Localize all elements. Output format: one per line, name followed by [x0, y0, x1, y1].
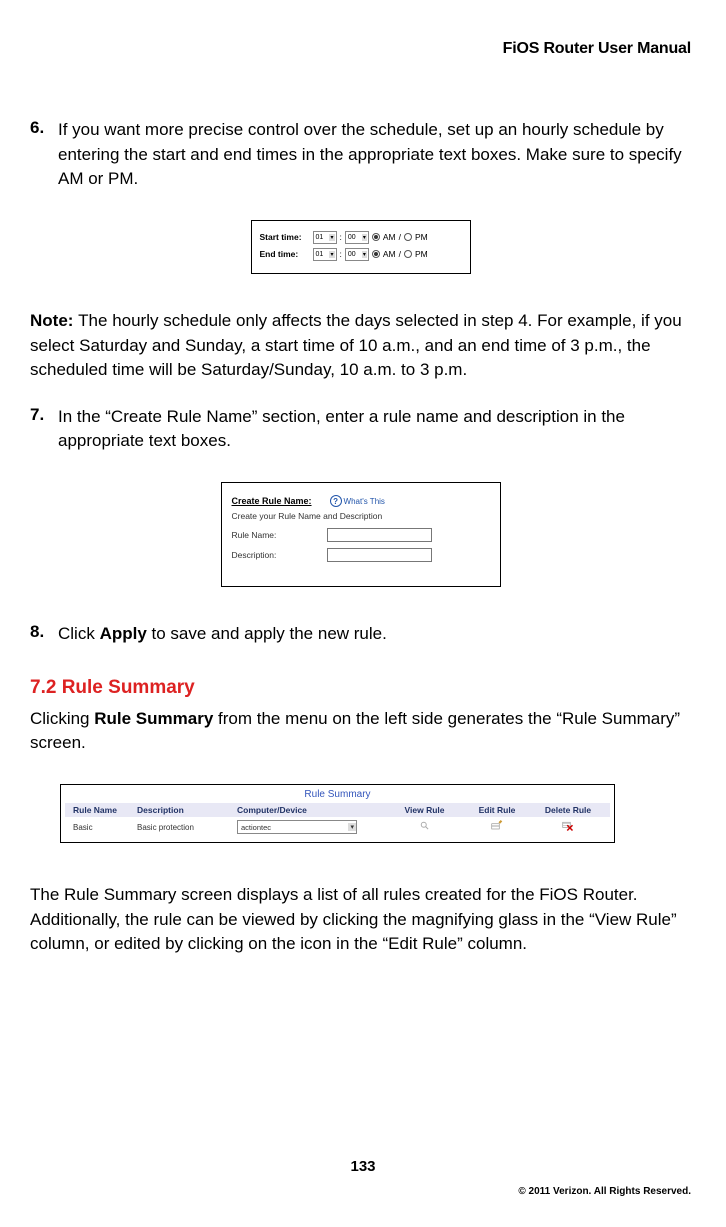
step-7-number: 7. — [30, 405, 52, 454]
rule-desc-row: Description: — [232, 548, 490, 562]
step-6: 6. If you want more precise control over… — [30, 118, 691, 192]
step-8-suffix: to save and apply the new rule. — [147, 624, 387, 643]
note-paragraph: Note: The hourly schedule only affects t… — [30, 309, 691, 383]
start-am-radio[interactable] — [372, 233, 380, 241]
end-am-radio[interactable] — [372, 250, 380, 258]
rule-summary-title: Rule Summary — [65, 789, 610, 800]
end-am-label: AM — [383, 249, 396, 259]
col-delete-rule: Delete Rule — [532, 805, 604, 815]
cell-delete-rule — [532, 820, 604, 834]
closing-paragraph: The Rule Summary screen displays a list … — [30, 883, 691, 957]
cell-edit-rule — [462, 820, 532, 834]
note-text: The hourly schedule only affects the day… — [30, 311, 682, 379]
end-min-select[interactable]: 00 — [345, 248, 369, 261]
rule-desc-label: Description: — [232, 550, 327, 560]
time-slash: / — [399, 232, 401, 242]
rule-summary-intro: Clicking Rule Summary from the menu on t… — [30, 707, 691, 756]
create-rule-title: Create Rule Name: — [232, 496, 312, 506]
step-7: 7. In the “Create Rule Name” section, en… — [30, 405, 691, 454]
end-time-row: End time: 01 : 00 AM/ PM — [260, 248, 462, 261]
manual-header-title: FiOS Router User Manual — [30, 40, 691, 58]
page-number: 133 — [350, 1158, 375, 1175]
create-rule-subtitle: Create your Rule Name and Description — [232, 511, 490, 521]
start-am-label: AM — [383, 232, 396, 242]
step-6-number: 6. — [30, 118, 52, 192]
col-description: Description — [137, 805, 237, 815]
start-time-label: Start time: — [260, 232, 310, 242]
rule-name-input[interactable] — [327, 528, 432, 542]
end-time-label: End time: — [260, 249, 310, 259]
whats-this-link[interactable]: What's This — [330, 495, 385, 507]
rule-summary-figure-wrapper: Rule Summary Rule Name Description Compu… — [30, 784, 691, 843]
device-select[interactable]: actiontec — [237, 820, 357, 834]
rule-name-label: Rule Name: — [232, 530, 327, 540]
time-colon-2: : — [340, 249, 342, 259]
edit-icon[interactable] — [491, 820, 503, 830]
table-row: Basic Basic protection actiontec — [65, 817, 610, 834]
col-view-rule: View Rule — [387, 805, 462, 815]
end-pm-radio[interactable] — [404, 250, 412, 258]
cell-view-rule — [387, 821, 462, 833]
intro-bold: Rule Summary — [94, 709, 213, 728]
start-hour-select[interactable]: 01 — [313, 231, 337, 244]
rule-name-row: Rule Name: — [232, 528, 490, 542]
note-label: Note: — [30, 311, 78, 330]
cell-rule-name: Basic — [65, 823, 137, 832]
copyright-text: © 2011 Verizon. All Rights Reserved. — [518, 1186, 691, 1197]
section-7-2-heading: 7.2 Rule Summary — [30, 677, 691, 699]
start-min-select[interactable]: 00 — [345, 231, 369, 244]
step-8-bold: Apply — [100, 624, 147, 643]
page-content: 6. If you want more precise control over… — [30, 118, 691, 957]
rule-desc-input[interactable] — [327, 548, 432, 562]
col-rule-name: Rule Name — [65, 805, 137, 815]
step-8-text: Click Apply to save and apply the new ru… — [52, 622, 387, 647]
intro-prefix: Clicking — [30, 709, 94, 728]
step-6-text: If you want more precise control over th… — [52, 118, 691, 192]
step-8: 8. Click Apply to save and apply the new… — [30, 622, 691, 647]
create-rule-header-row: Create Rule Name: What's This — [232, 495, 490, 507]
step-7-text: In the “Create Rule Name” section, enter… — [52, 405, 691, 454]
start-pm-label: PM — [415, 232, 428, 242]
col-edit-rule: Edit Rule — [462, 805, 532, 815]
cell-computer-device: actiontec — [237, 820, 387, 834]
end-hour-select[interactable]: 01 — [313, 248, 337, 261]
step-8-prefix: Click — [58, 624, 100, 643]
step-8-number: 8. — [30, 622, 52, 647]
time-figure-wrapper: Start time: 01 : 00 AM/ PM End time: 01 … — [30, 220, 691, 274]
cell-description: Basic protection — [137, 823, 237, 832]
time-colon: : — [340, 232, 342, 242]
end-pm-label: PM — [415, 249, 428, 259]
start-pm-radio[interactable] — [404, 233, 412, 241]
magnifying-glass-icon[interactable] — [420, 824, 430, 833]
rule-summary-figure: Rule Summary Rule Name Description Compu… — [60, 784, 615, 843]
create-rule-figure: Create Rule Name: What's This Create you… — [221, 482, 501, 587]
time-schedule-figure: Start time: 01 : 00 AM/ PM End time: 01 … — [251, 220, 471, 274]
delete-icon[interactable] — [562, 825, 574, 834]
time-slash-2: / — [399, 249, 401, 259]
create-rule-figure-wrapper: Create Rule Name: What's This Create you… — [30, 482, 691, 587]
start-time-row: Start time: 01 : 00 AM/ PM — [260, 231, 462, 244]
rule-summary-header-row: Rule Name Description Computer/Device Vi… — [65, 803, 610, 817]
col-computer-device: Computer/Device — [237, 805, 387, 815]
